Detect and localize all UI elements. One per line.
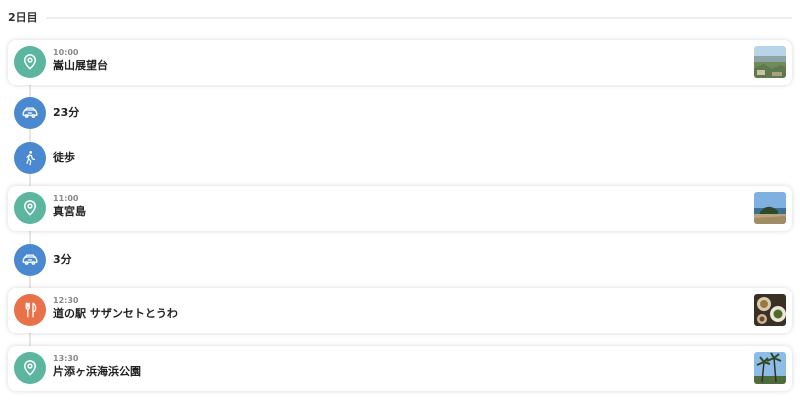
timeline-item-transport: 23分	[8, 96, 792, 130]
timeline-item-spot[interactable]: 10:00 嵩山展望台	[8, 40, 792, 85]
walking-icon	[14, 142, 46, 174]
item-time: 12:30	[53, 296, 79, 305]
travel-mode: 徒歩	[53, 151, 75, 164]
map-pin-icon	[14, 352, 46, 384]
day-divider	[45, 16, 792, 19]
item-time: 13:30	[53, 354, 79, 363]
timeline-item-transport: 3分	[8, 243, 792, 277]
travel-duration: 23分	[53, 106, 80, 119]
day-label: 2日目	[8, 11, 38, 24]
travel-duration: 3分	[53, 253, 72, 266]
timeline-item-spot[interactable]: 11:00 真宮島	[8, 186, 792, 231]
map-pin-icon	[14, 192, 46, 224]
item-title: 嵩山展望台	[53, 59, 108, 72]
item-time: 10:00	[53, 48, 79, 57]
island-thumbnail[interactable]	[754, 192, 786, 224]
item-title: 片添ヶ浜海浜公園	[53, 365, 141, 378]
item-time: 11:00	[53, 194, 79, 203]
fork-knife-icon	[14, 294, 46, 326]
food-thumbnail[interactable]	[754, 294, 786, 326]
car-icon	[14, 97, 46, 129]
car-icon	[14, 244, 46, 276]
timeline-item-spot[interactable]: 13:30 片添ヶ浜海浜公園	[8, 346, 792, 391]
map-pin-icon	[14, 46, 46, 78]
timeline-item-food[interactable]: 12:30 道の駅 サザンセトとうわ	[8, 288, 792, 333]
timeline-item-transport: 徒歩	[8, 141, 792, 175]
palm-beach-thumbnail[interactable]	[754, 352, 786, 384]
item-title: 真宮島	[53, 205, 86, 218]
mountain-view-thumbnail[interactable]	[754, 46, 786, 78]
item-title: 道の駅 サザンセトとうわ	[53, 307, 178, 320]
day-header: 2日目	[8, 8, 792, 26]
